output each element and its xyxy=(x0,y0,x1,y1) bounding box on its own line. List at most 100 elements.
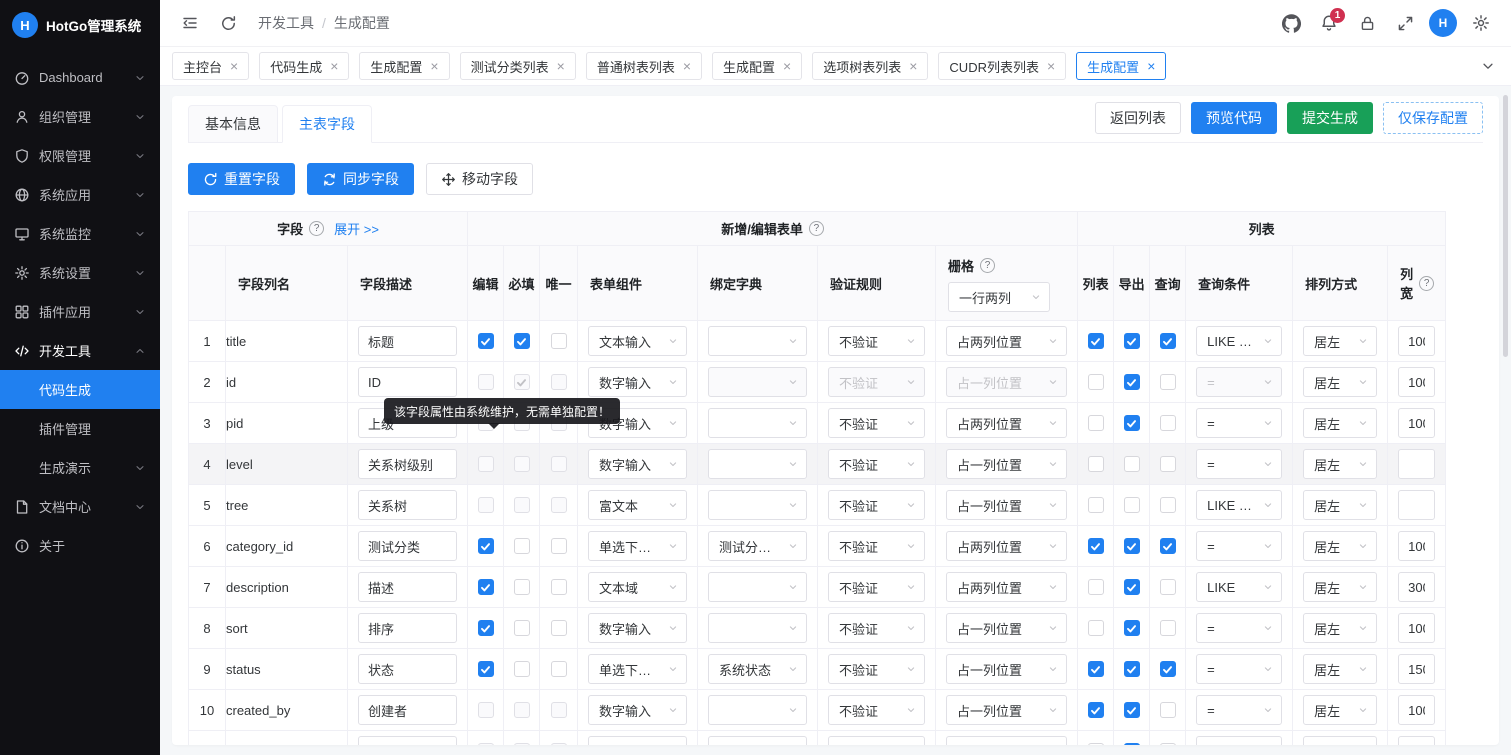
sidebar-item-permission[interactable]: 权限管理 xyxy=(0,136,160,175)
bind-dict-select[interactable]: 系统状态 xyxy=(708,654,807,684)
sort-align-select[interactable]: 居左 xyxy=(1303,613,1377,643)
help-icon[interactable]: ? xyxy=(309,221,324,236)
grid-span-select[interactable]: 占两列位置 xyxy=(946,408,1067,438)
export-checkbox[interactable] xyxy=(1124,702,1140,718)
page-tab[interactable]: 生成配置× xyxy=(359,52,449,80)
bind-dict-select[interactable]: 测试分类选项 xyxy=(708,531,807,561)
refresh-icon[interactable] xyxy=(212,7,244,39)
list-checkbox[interactable] xyxy=(1088,456,1104,472)
column-width-input[interactable] xyxy=(1398,326,1435,356)
grid-default-select[interactable]: 一行两列 xyxy=(948,282,1050,312)
form-component-select[interactable]: 文本输入 xyxy=(588,326,687,356)
sort-align-select[interactable]: 居左 xyxy=(1303,572,1377,602)
help-icon[interactable]: ? xyxy=(980,258,995,273)
edit-checkbox[interactable] xyxy=(478,743,494,745)
field-desc-input[interactable] xyxy=(358,531,457,561)
column-width-input[interactable] xyxy=(1398,613,1435,643)
notification-bell-icon[interactable]: 1 xyxy=(1313,7,1345,39)
unique-checkbox[interactable] xyxy=(551,743,567,745)
fullscreen-icon[interactable] xyxy=(1389,7,1421,39)
collapse-sidebar-icon[interactable] xyxy=(174,7,206,39)
sidebar-item-dashboard[interactable]: Dashboard xyxy=(0,58,160,97)
column-width-input[interactable] xyxy=(1398,408,1435,438)
unique-checkbox[interactable] xyxy=(551,497,567,513)
list-checkbox[interactable] xyxy=(1088,743,1104,745)
vertical-scrollbar[interactable] xyxy=(1503,95,1508,357)
help-icon[interactable]: ? xyxy=(809,221,824,236)
query-checkbox[interactable] xyxy=(1160,374,1176,390)
unique-checkbox[interactable] xyxy=(551,620,567,636)
bind-dict-select[interactable] xyxy=(708,326,807,356)
bind-dict-select[interactable] xyxy=(708,613,807,643)
query-condition-select[interactable]: = xyxy=(1196,654,1282,684)
page-tab[interactable]: CUDR列表列表× xyxy=(938,52,1066,80)
sync-fields-button[interactable]: 同步字段 xyxy=(307,163,414,195)
list-checkbox[interactable] xyxy=(1088,497,1104,513)
sidebar-item-about[interactable]: 关于 xyxy=(0,526,160,565)
unique-checkbox[interactable] xyxy=(551,456,567,472)
sidebar-item-code-generation[interactable]: 代码生成 xyxy=(0,370,160,409)
query-checkbox[interactable] xyxy=(1160,497,1176,513)
edit-checkbox[interactable] xyxy=(478,661,494,677)
query-condition-select[interactable]: = xyxy=(1196,449,1282,479)
form-component-select[interactable]: 数字输入 xyxy=(588,367,687,397)
page-tab[interactable]: 生成配置× xyxy=(1076,52,1166,80)
sort-align-select[interactable]: 居左 xyxy=(1303,326,1377,356)
edit-checkbox[interactable] xyxy=(478,456,494,472)
preview-code-button[interactable]: 预览代码 xyxy=(1191,102,1277,134)
form-component-select[interactable]: 文本域 xyxy=(588,572,687,602)
form-component-select[interactable]: 单选下拉框 xyxy=(588,531,687,561)
unique-checkbox[interactable] xyxy=(551,661,567,677)
required-checkbox[interactable] xyxy=(514,620,530,636)
field-desc-input[interactable] xyxy=(358,490,457,520)
query-condition-select[interactable]: = xyxy=(1196,736,1282,745)
form-component-select[interactable]: 单选下拉框 xyxy=(588,654,687,684)
edit-checkbox[interactable] xyxy=(478,333,494,349)
validation-rule-select[interactable]: 不验证 xyxy=(828,490,925,520)
list-checkbox[interactable] xyxy=(1088,333,1104,349)
sort-align-select[interactable]: 居左 xyxy=(1303,449,1377,479)
export-checkbox[interactable] xyxy=(1124,620,1140,636)
required-checkbox[interactable] xyxy=(514,743,530,745)
expand-link[interactable]: 展开 >> xyxy=(334,219,379,238)
field-desc-input[interactable] xyxy=(358,326,457,356)
column-width-input[interactable] xyxy=(1398,531,1435,561)
validation-rule-select[interactable]: 不验证 xyxy=(828,572,925,602)
list-checkbox[interactable] xyxy=(1088,661,1104,677)
page-tab[interactable]: 选项树表列表× xyxy=(812,52,928,80)
sidebar-item-system-monitor[interactable]: 系统监控 xyxy=(0,214,160,253)
edit-checkbox[interactable] xyxy=(478,374,494,390)
query-condition-select[interactable]: = xyxy=(1196,408,1282,438)
column-width-input[interactable] xyxy=(1398,654,1435,684)
sidebar-item-plugin-manage[interactable]: 插件管理 xyxy=(0,409,160,448)
move-fields-button[interactable]: 移动字段 xyxy=(426,163,533,195)
query-condition-select[interactable]: LIKE xyxy=(1196,572,1282,602)
field-desc-input[interactable] xyxy=(358,613,457,643)
sidebar-item-dev-tools[interactable]: 开发工具 xyxy=(0,331,160,370)
export-checkbox[interactable] xyxy=(1124,333,1140,349)
bind-dict-select[interactable] xyxy=(708,367,807,397)
query-checkbox[interactable] xyxy=(1160,538,1176,554)
page-tab[interactable]: 生成配置× xyxy=(712,52,802,80)
form-component-select[interactable]: 数字输入 xyxy=(588,695,687,725)
reset-fields-button[interactable]: 重置字段 xyxy=(188,163,295,195)
query-checkbox[interactable] xyxy=(1160,333,1176,349)
query-condition-select[interactable]: = xyxy=(1196,367,1282,397)
user-avatar[interactable]: H xyxy=(1429,9,1457,37)
query-checkbox[interactable] xyxy=(1160,456,1176,472)
grid-span-select[interactable]: 占两列位置 xyxy=(946,326,1067,356)
save-config-only-button[interactable]: 仅保存配置 xyxy=(1383,102,1483,134)
tab-close-icon[interactable]: × xyxy=(557,59,565,73)
list-checkbox[interactable] xyxy=(1088,620,1104,636)
sidebar-item-doc-center[interactable]: 文档中心 xyxy=(0,487,160,526)
page-tab[interactable]: 代码生成× xyxy=(259,52,349,80)
field-desc-input[interactable] xyxy=(358,449,457,479)
required-checkbox[interactable] xyxy=(514,661,530,677)
required-checkbox[interactable] xyxy=(514,702,530,718)
sidebar-item-system-app[interactable]: 系统应用 xyxy=(0,175,160,214)
validation-rule-select[interactable]: 不验证 xyxy=(828,613,925,643)
bind-dict-select[interactable] xyxy=(708,449,807,479)
card-tab-main-fields[interactable]: 主表字段 xyxy=(282,105,372,143)
tabs-dropdown-chevron-icon[interactable] xyxy=(1477,55,1499,77)
unique-checkbox[interactable] xyxy=(551,374,567,390)
